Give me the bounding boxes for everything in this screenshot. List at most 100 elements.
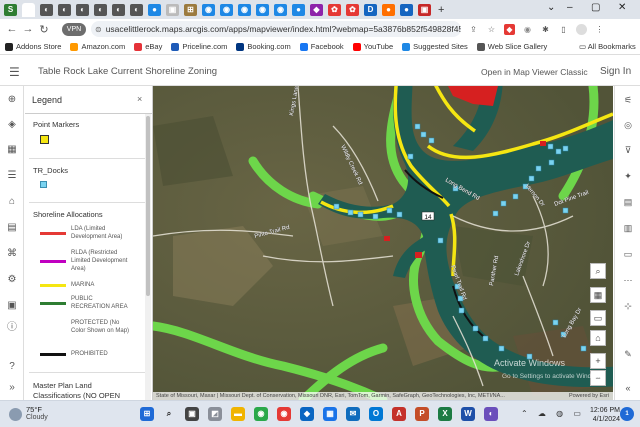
bookmark-item[interactable]: eBay	[134, 42, 162, 51]
properties-icon[interactable]: ⚟	[622, 94, 634, 106]
filter-icon[interactable]: ⊽	[622, 144, 634, 156]
tab-18[interactable]: ✿	[328, 3, 341, 16]
tab-20[interactable]: D	[364, 3, 377, 16]
search-icon[interactable]: ⌕	[590, 263, 606, 279]
sidebar-icon[interactable]: ▯	[558, 24, 569, 35]
task-view-icon[interactable]: ▣	[185, 407, 199, 421]
chrome-icon[interactable]: ◉	[254, 407, 268, 421]
bookmark-item[interactable]: Amazon.com	[70, 42, 125, 51]
tab-17[interactable]: ◆	[310, 3, 323, 16]
widgets-icon[interactable]: ◩	[208, 407, 222, 421]
vpn-badge[interactable]: VPN	[62, 22, 86, 36]
maximize-icon[interactable]: ▢	[591, 2, 600, 13]
tab-search-icon[interactable]: ⌄	[547, 2, 555, 13]
map-view[interactable]: 14 Kings Lane Rd Wildly Creek Rd Long Be…	[153, 86, 613, 400]
hamburger-menu-icon[interactable]: ☰	[9, 65, 21, 79]
bookmark-star-icon[interactable]: ☆	[486, 24, 497, 35]
tab-16[interactable]: ●	[292, 3, 305, 16]
system-tray[interactable]: ⌃ ☁ ◍ ▭	[521, 409, 585, 418]
tab-23[interactable]: ▣	[418, 3, 431, 16]
collapse-icon[interactable]: «	[622, 382, 634, 394]
minimize-icon[interactable]: –	[567, 2, 573, 13]
table-icon[interactable]: ▦	[6, 144, 18, 156]
tab-13[interactable]: ◉	[238, 3, 251, 16]
tab-11[interactable]: ◉	[202, 3, 215, 16]
app-icon-blue[interactable]: ▦	[323, 407, 337, 421]
bookmark-item[interactable]: Addons Store	[5, 42, 61, 51]
settings-icon[interactable]: ⚙	[6, 274, 18, 286]
bookmark-item[interactable]: Priceline.com	[171, 42, 227, 51]
help-icon[interactable]: ?	[6, 361, 18, 373]
close-icon[interactable]: ×	[137, 94, 142, 104]
acrobat-icon[interactable]: A	[392, 407, 406, 421]
forward-icon[interactable]: →	[20, 23, 36, 35]
address-bar[interactable]: ⊜ usacelittlerock.maps.arcgis.com/apps/m…	[91, 21, 461, 37]
bookmark-item[interactable]: Booking.com	[236, 42, 291, 51]
tab-19[interactable]: ✿	[346, 3, 359, 16]
labels-icon[interactable]: ▭	[622, 248, 634, 260]
file-explorer-icon[interactable]: ▬	[231, 407, 245, 421]
app-icon-purple[interactable]: ◐	[484, 407, 498, 421]
share-icon[interactable]: ⇪	[468, 24, 479, 35]
charts-icon[interactable]: ⌘	[6, 248, 18, 260]
bookmark-item[interactable]: Facebook	[299, 42, 344, 51]
legend-icon[interactable]: ☰	[6, 170, 18, 182]
tab-2[interactable]: ◐	[40, 3, 53, 16]
clock[interactable]: 12:06 PM 4/1/2024	[590, 406, 620, 424]
pop-ups-icon[interactable]: ▤	[622, 196, 634, 208]
measure-icon[interactable]: ⊹	[622, 300, 634, 312]
start-icon[interactable]: ⊞	[140, 407, 154, 421]
tab-8[interactable]: ●	[148, 3, 161, 16]
map-properties-icon[interactable]: ▣	[6, 300, 18, 312]
styles-icon[interactable]: ◎	[622, 119, 634, 131]
sketch-icon[interactable]: ✎	[622, 348, 634, 360]
tab-3[interactable]: ◐	[58, 3, 71, 16]
info-icon[interactable]: ⓘ	[6, 322, 18, 334]
outlook-icon[interactable]: O	[369, 407, 383, 421]
close-window-icon[interactable]: ✕	[618, 2, 626, 13]
powerpoint-icon[interactable]: P	[415, 407, 429, 421]
tab-4[interactable]: ◐	[76, 3, 89, 16]
tab-14[interactable]: ◉	[256, 3, 269, 16]
fullscreen-icon[interactable]: ▭	[590, 310, 606, 326]
weather-widget[interactable]: 75°F Cloudy	[9, 406, 48, 422]
zoom-in-button[interactable]: +	[590, 353, 606, 369]
browser-menu-icon[interactable]: ⋮	[594, 24, 605, 35]
notification-badge[interactable]: 1	[620, 407, 634, 421]
tab-6[interactable]: ◐	[112, 3, 125, 16]
bookmark-item[interactable]: Suggested Sites	[402, 42, 468, 51]
basemap-toggle-icon[interactable]: ▦	[590, 287, 606, 303]
tab-5[interactable]: ◐	[94, 3, 107, 16]
effects-icon[interactable]: ✦	[622, 170, 634, 182]
bookmark-item[interactable]: YouTube	[352, 42, 393, 51]
mail-icon[interactable]: ✉	[346, 407, 360, 421]
fields-icon[interactable]: ▥	[622, 222, 634, 234]
reload-icon[interactable]: ↻	[36, 23, 52, 36]
open-in-map-viewer-classic-link[interactable]: Open in Map Viewer Classic	[481, 67, 588, 77]
tab-21[interactable]: ●	[382, 3, 395, 16]
new-tab-button[interactable]: +	[438, 4, 444, 16]
maps-tab[interactable]: S	[4, 3, 17, 16]
tab-9[interactable]: ▣	[166, 3, 179, 16]
add-layer-icon[interactable]: ⊕	[6, 94, 18, 106]
extensions-puzzle-icon[interactable]: ✱	[540, 24, 551, 35]
clustering-icon[interactable]: ⋯	[622, 274, 634, 286]
basemap-icon[interactable]: ▤	[6, 222, 18, 234]
app-icon-red[interactable]: ◉	[277, 407, 291, 421]
extension-gray-icon[interactable]: ◉	[522, 24, 533, 35]
dropbox-icon[interactable]: ◆	[300, 407, 314, 421]
back-icon[interactable]: ←	[4, 23, 20, 35]
legend-scrollbar-thumb[interactable]	[146, 116, 150, 296]
expand-icon[interactable]: »	[6, 382, 18, 394]
tab-12[interactable]: ◉	[220, 3, 233, 16]
excel-icon[interactable]: X	[438, 407, 452, 421]
active-tab[interactable]	[22, 2, 35, 17]
all-bookmarks[interactable]: ▭ All Bookmarks	[579, 42, 636, 51]
site-info-icon[interactable]: ⊜	[95, 25, 102, 34]
powered-by-esri[interactable]: Powered by Esri	[569, 392, 609, 400]
tab-15[interactable]: ◉	[274, 3, 287, 16]
tab-7[interactable]: ◐	[130, 3, 143, 16]
search-taskbar-icon[interactable]: ⌕	[162, 407, 176, 421]
extension-red-icon[interactable]: ◆	[504, 23, 515, 35]
bookmark-item[interactable]: Web Slice Gallery	[476, 42, 547, 51]
